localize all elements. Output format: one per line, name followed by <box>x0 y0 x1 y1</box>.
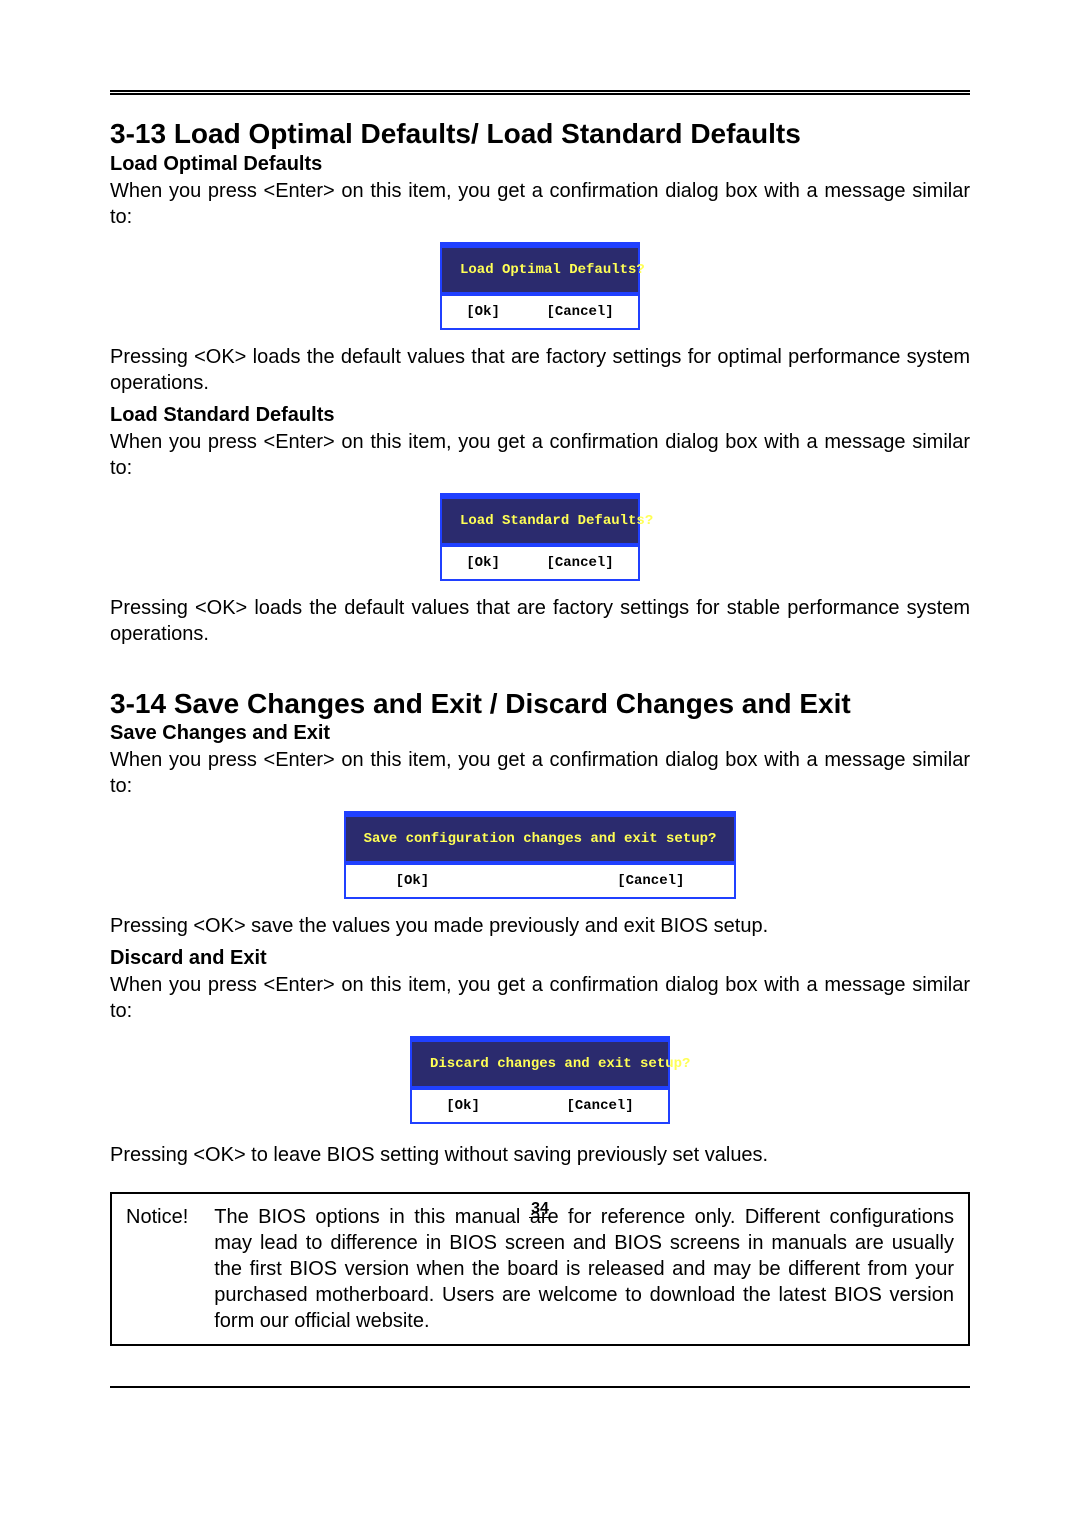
load-standard-dialog: Load Standard Defaults? [Ok] [Cancel] <box>440 493 640 581</box>
load-standard-intro: When you press <Enter> on this item, you… <box>110 429 970 481</box>
load-standard-block: Load Standard Defaults When you press <E… <box>110 404 970 647</box>
save-exit-block: Save Changes and Exit When you press <En… <box>110 722 970 939</box>
top-double-rule <box>110 90 970 95</box>
load-optimal-after: Pressing <OK> loads the default values t… <box>110 344 970 396</box>
bottom-single-rule <box>110 1386 970 1388</box>
discard-exit-block: Discard and Exit When you press <Enter> … <box>110 947 970 1168</box>
section-313-title: 3-13 Load Optimal Defaults/ Load Standar… <box>110 117 970 151</box>
discard-exit-intro: When you press <Enter> on this item, you… <box>110 972 970 1024</box>
load-standard-dialog-message: Load Standard Defaults? <box>442 499 638 545</box>
load-standard-ok-button[interactable]: [Ok] <box>466 555 500 571</box>
load-optimal-cancel-button[interactable]: [Cancel] <box>546 304 613 320</box>
discard-exit-dialog: Discard changes and exit setup? [Ok] [Ca… <box>410 1036 670 1124</box>
load-standard-dialog-buttons: [Ok] [Cancel] <box>442 545 638 579</box>
discard-exit-after: Pressing <OK> to leave BIOS setting with… <box>110 1142 970 1168</box>
load-optimal-heading: Load Optimal Defaults <box>110 153 970 176</box>
load-standard-cancel-button[interactable]: [Cancel] <box>546 555 613 571</box>
save-exit-intro: When you press <Enter> on this item, you… <box>110 747 970 799</box>
notice-label: Notice! <box>126 1204 188 1334</box>
discard-exit-cancel-button[interactable]: [Cancel] <box>566 1098 633 1114</box>
discard-exit-ok-button[interactable]: [Ok] <box>446 1098 480 1114</box>
load-optimal-intro: When you press <Enter> on this item, you… <box>110 178 970 230</box>
load-standard-dialog-wrapper: Load Standard Defaults? [Ok] [Cancel] <box>110 493 970 581</box>
save-exit-cancel-button[interactable]: [Cancel] <box>617 873 684 889</box>
load-standard-after: Pressing <OK> loads the default values t… <box>110 595 970 647</box>
save-exit-dialog: Save configuration changes and exit setu… <box>344 811 737 899</box>
load-optimal-ok-button[interactable]: [Ok] <box>466 304 500 320</box>
load-optimal-dialog-wrapper: Load Optimal Defaults? [Ok] [Cancel] <box>110 242 970 330</box>
manual-page: 3-13 Load Optimal Defaults/ Load Standar… <box>0 0 1080 1528</box>
save-exit-dialog-buttons: [Ok] [Cancel] <box>346 863 735 897</box>
load-optimal-dialog: Load Optimal Defaults? [Ok] [Cancel] <box>440 242 640 330</box>
save-exit-ok-button[interactable]: [Ok] <box>396 873 430 889</box>
load-optimal-dialog-buttons: [Ok] [Cancel] <box>442 294 638 328</box>
notice-body: The BIOS options in this manual are for … <box>214 1204 954 1334</box>
discard-exit-heading: Discard and Exit <box>110 947 970 970</box>
page-number-value: 34 <box>529 1200 551 1218</box>
save-exit-dialog-message: Save configuration changes and exit setu… <box>346 817 735 863</box>
load-standard-heading: Load Standard Defaults <box>110 404 970 427</box>
load-optimal-block: Load Optimal Defaults When you press <En… <box>110 153 970 396</box>
discard-exit-dialog-message: Discard changes and exit setup? <box>412 1042 668 1088</box>
discard-exit-dialog-wrapper: Discard changes and exit setup? [Ok] [Ca… <box>110 1036 970 1124</box>
save-exit-heading: Save Changes and Exit <box>110 722 970 745</box>
discard-exit-dialog-buttons: [Ok] [Cancel] <box>412 1088 668 1122</box>
section-314-title: 3-14 Save Changes and Exit / Discard Cha… <box>110 687 970 721</box>
load-optimal-dialog-message: Load Optimal Defaults? <box>442 248 638 294</box>
save-exit-after: Pressing <OK> save the values you made p… <box>110 913 970 939</box>
save-exit-dialog-wrapper: Save configuration changes and exit setu… <box>110 811 970 899</box>
page-number: 34 <box>0 1200 1080 1218</box>
